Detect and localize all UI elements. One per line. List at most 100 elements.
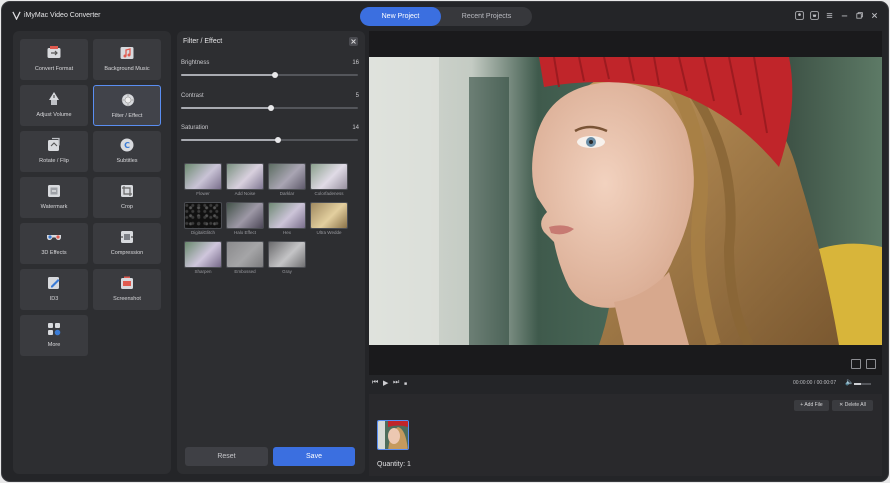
filter-hex[interactable]: Hex [268,202,306,236]
filter-darklar[interactable]: Darklar [268,163,306,197]
tool-id3[interactable]: ID3 [20,269,88,310]
filter-colorfadeness[interactable]: Colorfadeness [310,163,348,197]
filter-embossed[interactable]: Embossed [226,241,264,275]
filter-thumbnail [268,202,306,229]
contrast-slider-thumb[interactable] [268,105,275,111]
filter-thumbnail [268,241,306,268]
svg-text:C: C [124,141,130,150]
fullscreen-icon[interactable] [866,359,876,369]
brightness-slider[interactable] [181,72,358,78]
brightness-slider-fill [181,74,275,76]
watermark-icon [48,185,60,197]
window-controls [795,11,879,20]
tool-more[interactable]: More [20,315,88,356]
saturation-label: Saturation [181,125,209,131]
filter-thumbnail [226,241,264,268]
saturation-value: 14 [352,125,359,131]
filter-thumbnail [226,163,264,190]
reset-button[interactable]: Reset [185,447,268,466]
subtitles-icon: C [120,138,134,152]
snapshot-icon[interactable] [851,359,861,369]
filter-effect-icon [121,93,135,107]
panel-close-icon[interactable] [349,37,358,46]
tab-recent-projects[interactable]: Recent Projects [441,7,532,26]
filter-thumbnail [184,163,222,190]
crop-icon [121,185,133,197]
background-music-icon [120,47,134,59]
contrast-slider-fill [181,107,272,109]
file-list: + Add File ✕ Delete All Quantity: 1 [369,394,882,476]
screenshot-icon [121,276,133,289]
delete-all-button[interactable]: ✕ Delete All [832,400,873,411]
filter-halo-effect[interactable]: Halo Effect [226,202,264,236]
rotate-flip-icon [48,137,60,151]
filter-thumbnail [310,163,348,190]
filter-sharpen[interactable]: Sharpen [184,241,222,275]
compression-icon [121,231,133,243]
add-file-button[interactable]: + Add File [794,400,829,411]
quantity-label: Quantity: 1 [377,461,411,468]
volume-icon[interactable]: 🔈 [845,378,854,386]
time-display: 00:00:00 / 00:00:07 [793,380,837,386]
minimize-icon[interactable] [840,11,849,20]
playback-controls: ⏮ ▶ ⏭ ■ 00:00:00 / 00:00:07 🔈 [369,377,882,390]
play-icon[interactable]: ▶ [383,379,388,387]
saturation-slider-thumb[interactable] [275,137,282,143]
tool-background-music[interactable]: Background Music [93,39,161,80]
brightness-value: 16 [352,60,359,66]
filter-digitalglitch[interactable]: DigitalGlitch [184,202,222,236]
tool-screenshot[interactable]: Screenshot [93,269,161,310]
stop-icon[interactable]: ■ [404,381,407,387]
saturation-slider-fill [181,139,279,141]
app-title: iMyMac Video Converter [24,12,101,19]
filter-gray[interactable]: Gray [268,241,306,275]
saturation-slider[interactable] [181,137,358,143]
volume-slider[interactable] [854,383,871,385]
restore-icon[interactable] [855,11,864,20]
brightness-slider-thumb[interactable] [271,72,278,78]
project-tabs: New Project Recent Projects [360,7,532,26]
skip-back-icon[interactable]: ⏮ [372,379,378,387]
filter-thumbnail [310,202,348,229]
filter-ultra-wedde[interactable]: Ultra Wedde [310,202,348,236]
filter-thumbnail [226,202,264,229]
cart-icon[interactable] [810,11,819,20]
video-preview [369,31,882,375]
tool-subtitles[interactable]: C Subtitles [93,131,161,172]
contrast-value: 5 [355,93,359,99]
video-frame[interactable] [369,57,882,345]
tool-adjust-volume[interactable]: Adjust Volume [20,85,88,126]
tool-filter-effect[interactable]: Filter / Effect [93,85,161,126]
filter-effect-panel: Filter / Effect Brightness 16 Contrast 5… [177,31,365,474]
more-icon [48,323,61,336]
close-icon[interactable] [870,11,879,20]
convert-format-icon [47,46,61,58]
account-icon[interactable] [795,11,804,20]
menu-icon[interactable] [825,11,834,20]
tool-rotate-flip[interactable]: Rotate / Flip [20,131,88,172]
tool-crop[interactable]: Crop [93,177,161,218]
tool-3d-effects[interactable]: 3D Effects [20,223,88,264]
filter-thumbnail [268,163,306,190]
file-thumbnail[interactable] [377,420,409,450]
filter-thumbnail [184,202,222,229]
filter-add-noise[interactable]: Add Noise [226,163,264,197]
tool-convert-format[interactable]: Convert Format [20,39,88,80]
contrast-slider[interactable] [181,105,358,111]
contrast-label: Contrast [181,93,204,99]
tool-compression[interactable]: Compression [93,223,161,264]
adjust-volume-icon [49,92,59,105]
id3-icon [48,277,60,289]
tab-new-project[interactable]: New Project [360,7,441,26]
file-thumbnail-image [378,421,408,449]
filter-flower[interactable]: Flower [184,163,222,197]
3d-effects-icon [47,235,61,240]
brightness-label: Brightness [181,60,210,66]
title-bar: iMyMac Video Converter New Project Recen… [2,2,888,29]
tools-panel: Convert Format Background Music Adjust V… [13,31,171,474]
save-button[interactable]: Save [273,447,355,466]
skip-forward-icon[interactable]: ⏭ [393,379,399,387]
tool-watermark[interactable]: Watermark [20,177,88,218]
preview-image [369,57,882,345]
filter-thumbnail [184,241,222,268]
